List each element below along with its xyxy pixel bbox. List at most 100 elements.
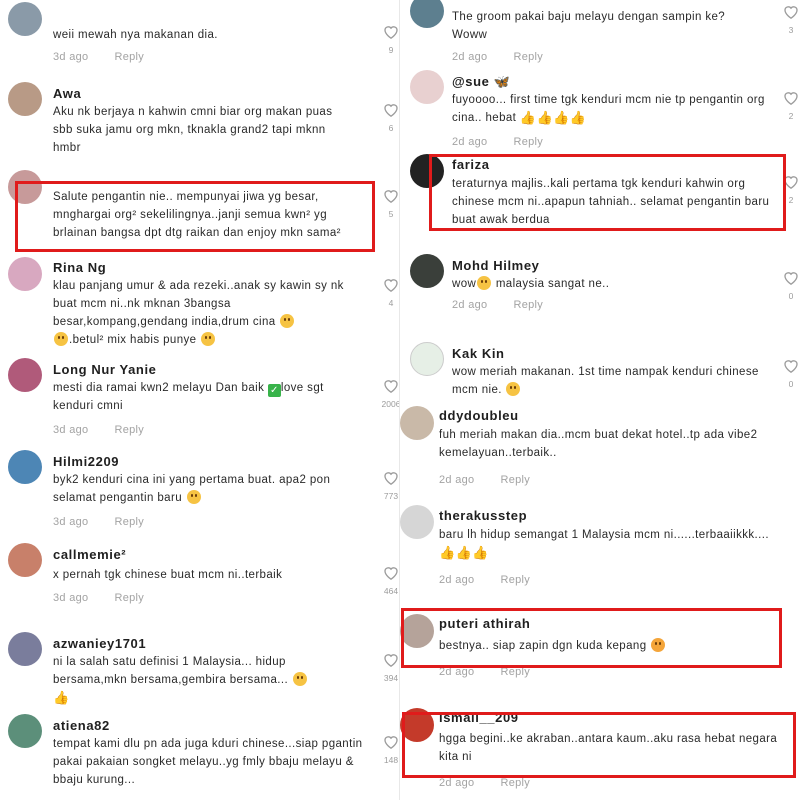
grin-emoji-icon <box>477 276 492 290</box>
check-mark-icon: ✓ <box>267 384 281 397</box>
like-button[interactable]: 0 <box>780 270 800 301</box>
comment-time: 2d ago <box>452 299 488 311</box>
reply-button[interactable]: Reply <box>500 474 530 486</box>
like-button[interactable]: 394 <box>380 652 400 683</box>
comment-text: baru lh hidup semangat 1 Malaysia mcm ni… <box>439 526 769 562</box>
avatar[interactable] <box>8 450 42 484</box>
comment-username[interactable]: Mohd Hilmey <box>452 258 540 273</box>
like-count: 3 <box>788 25 794 35</box>
like-count: 0 <box>788 379 794 389</box>
comment-text: The groom pakai baju melayu dengan sampi… <box>452 11 726 41</box>
heart-icon <box>384 472 398 485</box>
reply-button[interactable]: Reply <box>500 777 530 789</box>
comment-body: baru lh hidup semangat 1 Malaysia mcm ni… <box>439 529 769 541</box>
comment-text: fuyoooo... first time tgk kenduri mcm ni… <box>452 91 772 127</box>
comment-text: x pernah tgk chinese buat mcm ni..terbai… <box>53 569 283 581</box>
comment-username[interactable]: Awa <box>53 86 81 101</box>
reply-button[interactable]: Reply <box>513 299 543 311</box>
comment-username[interactable]: callmemie² <box>53 547 126 562</box>
grin-emoji-icon <box>54 332 68 346</box>
comment-time: 2d ago <box>439 574 475 586</box>
heart-icon <box>784 360 798 373</box>
avatar[interactable] <box>8 82 42 116</box>
like-button[interactable]: 5 <box>380 188 400 219</box>
avatar[interactable] <box>400 406 434 440</box>
avatar[interactable] <box>8 257 42 291</box>
avatar[interactable] <box>8 632 42 666</box>
heart-icon <box>784 6 798 19</box>
reply-button[interactable]: Reply <box>114 424 144 436</box>
comment-meta: 3d ago Reply <box>53 424 144 436</box>
avatar[interactable] <box>410 254 444 288</box>
like-button[interactable]: 2006 <box>380 378 400 409</box>
avatar[interactable] <box>400 505 434 539</box>
avatar[interactable] <box>8 2 42 36</box>
grin-emoji-icon <box>201 332 216 346</box>
reply-button[interactable]: Reply <box>114 51 144 63</box>
like-button[interactable]: 148 <box>380 734 400 765</box>
highlight-box <box>429 154 786 231</box>
comment-username[interactable]: Hilmi2209 <box>53 454 119 469</box>
grin-emoji-icon <box>186 490 201 504</box>
comment-username[interactable]: Kak Kin <box>452 346 505 361</box>
grin-emoji-icon <box>280 314 295 328</box>
comment-username[interactable]: therakusstep <box>439 508 527 523</box>
like-button[interactable]: 4 <box>380 277 400 308</box>
comment-username[interactable]: azwaniey1701 <box>53 636 146 651</box>
like-button[interactable]: 6 <box>380 102 400 133</box>
comment-meta: 2d ago Reply <box>439 474 530 486</box>
comment-time: 3d ago <box>53 424 89 436</box>
comment-username[interactable]: atiena82 <box>53 718 110 733</box>
reply-button[interactable]: Reply <box>513 51 543 63</box>
comment-text: mesti dia ramai kwn2 melayu Dan baik ✓ lo… <box>53 379 363 415</box>
comment-time: 3d ago <box>53 51 89 63</box>
comment-body-end: malaysia sangat ne.. <box>495 278 610 290</box>
comment-username[interactable]: Rina Ng <box>53 260 106 275</box>
avatar[interactable] <box>8 543 42 577</box>
heart-icon <box>784 92 798 105</box>
reply-button[interactable]: Reply <box>513 136 543 148</box>
like-button[interactable]: 9 <box>380 24 400 55</box>
comment-text: byk2 kenduri cina ini yang pertama buat.… <box>53 471 363 507</box>
avatar[interactable] <box>8 358 42 392</box>
like-button[interactable]: 464 <box>380 565 400 596</box>
reply-button[interactable]: Reply <box>114 516 144 528</box>
like-button[interactable]: 3 <box>780 4 800 35</box>
like-count: 464 <box>383 586 399 596</box>
comment-meta: 2d ago Reply <box>452 136 543 148</box>
comment-body: klau panjang umur & ada rezeki..anak sy … <box>53 280 344 328</box>
like-count: 2006 <box>381 399 400 409</box>
comment-time: 2d ago <box>452 51 488 63</box>
like-count: 4 <box>388 298 394 308</box>
comment-username[interactable]: ddydoubleu <box>439 408 519 423</box>
like-button[interactable]: 2 <box>780 90 800 121</box>
comment-username: @sue 🦋 <box>452 74 511 90</box>
thumbs-up-icon: 👍👍👍 <box>439 545 489 560</box>
like-count: 9 <box>388 45 394 55</box>
avatar[interactable] <box>410 70 444 104</box>
comment-time: 2d ago <box>452 136 488 148</box>
smile-emoji-icon <box>292 672 307 686</box>
heart-icon <box>384 736 398 749</box>
heart-icon <box>384 26 398 39</box>
like-button[interactable]: 0 <box>780 358 800 389</box>
heart-icon <box>784 272 798 285</box>
comment-username[interactable]: Long Nur Yanie <box>53 362 157 377</box>
avatar[interactable] <box>410 0 444 28</box>
avatar[interactable] <box>8 714 42 748</box>
username-text[interactable]: @sue <box>452 74 489 89</box>
grin-emoji-icon <box>506 382 521 396</box>
highlight-box <box>402 712 796 778</box>
comment-time: 2d ago <box>439 474 475 486</box>
reply-button[interactable]: Reply <box>114 592 144 604</box>
like-button[interactable]: 773 <box>380 470 400 501</box>
like-count: 148 <box>383 755 399 765</box>
reply-button[interactable]: Reply <box>500 574 530 586</box>
comment-time: 2d ago <box>439 777 475 789</box>
thumbs-up-icon: 👍👍👍👍 <box>519 110 587 125</box>
comment-text: klau panjang umur & ada rezeki..anak sy … <box>53 277 363 349</box>
comment-text: tempat kami dlu pn ada juga kduri chines… <box>53 738 363 786</box>
comment-meta: 3d ago Reply <box>53 51 144 63</box>
avatar[interactable] <box>410 342 444 376</box>
heart-icon <box>384 104 398 117</box>
